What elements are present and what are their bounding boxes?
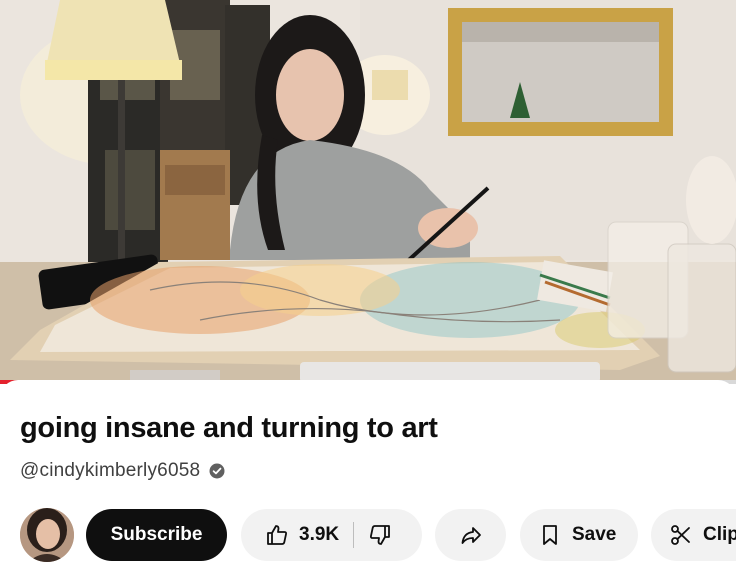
dislike-button[interactable]: [354, 509, 406, 561]
video-player[interactable]: [0, 0, 736, 383]
like-dislike-group: 3.9K: [241, 509, 422, 561]
scissors-icon: [671, 525, 690, 545]
share-arrow-icon: [461, 527, 481, 544]
avatar-image: [20, 508, 74, 562]
share-button[interactable]: [435, 509, 506, 561]
video-frame-image: [0, 0, 736, 383]
channel-handle[interactable]: @cindykimberly6058: [20, 460, 200, 482]
thumbs-down-icon: [370, 525, 391, 545]
save-label: Save: [572, 524, 617, 545]
verified-badge-icon: [209, 463, 225, 479]
clip-button[interactable]: Clip: [651, 509, 736, 561]
channel-avatar[interactable]: [20, 508, 74, 562]
channel-row[interactable]: @cindykimberly6058: [20, 460, 226, 482]
thumbs-up-icon: [267, 525, 287, 545]
clip-label: Clip: [703, 524, 736, 545]
like-button[interactable]: 3.9K: [241, 509, 339, 561]
subscribe-button[interactable]: Subscribe: [86, 509, 227, 561]
like-count: 3.9K: [299, 524, 340, 545]
actions-row: Subscribe 3.9K Save Clip: [0, 508, 736, 562]
video-title[interactable]: going insane and turning to art: [20, 412, 438, 445]
bookmark-icon: [543, 525, 557, 545]
save-button[interactable]: Save: [520, 509, 638, 561]
